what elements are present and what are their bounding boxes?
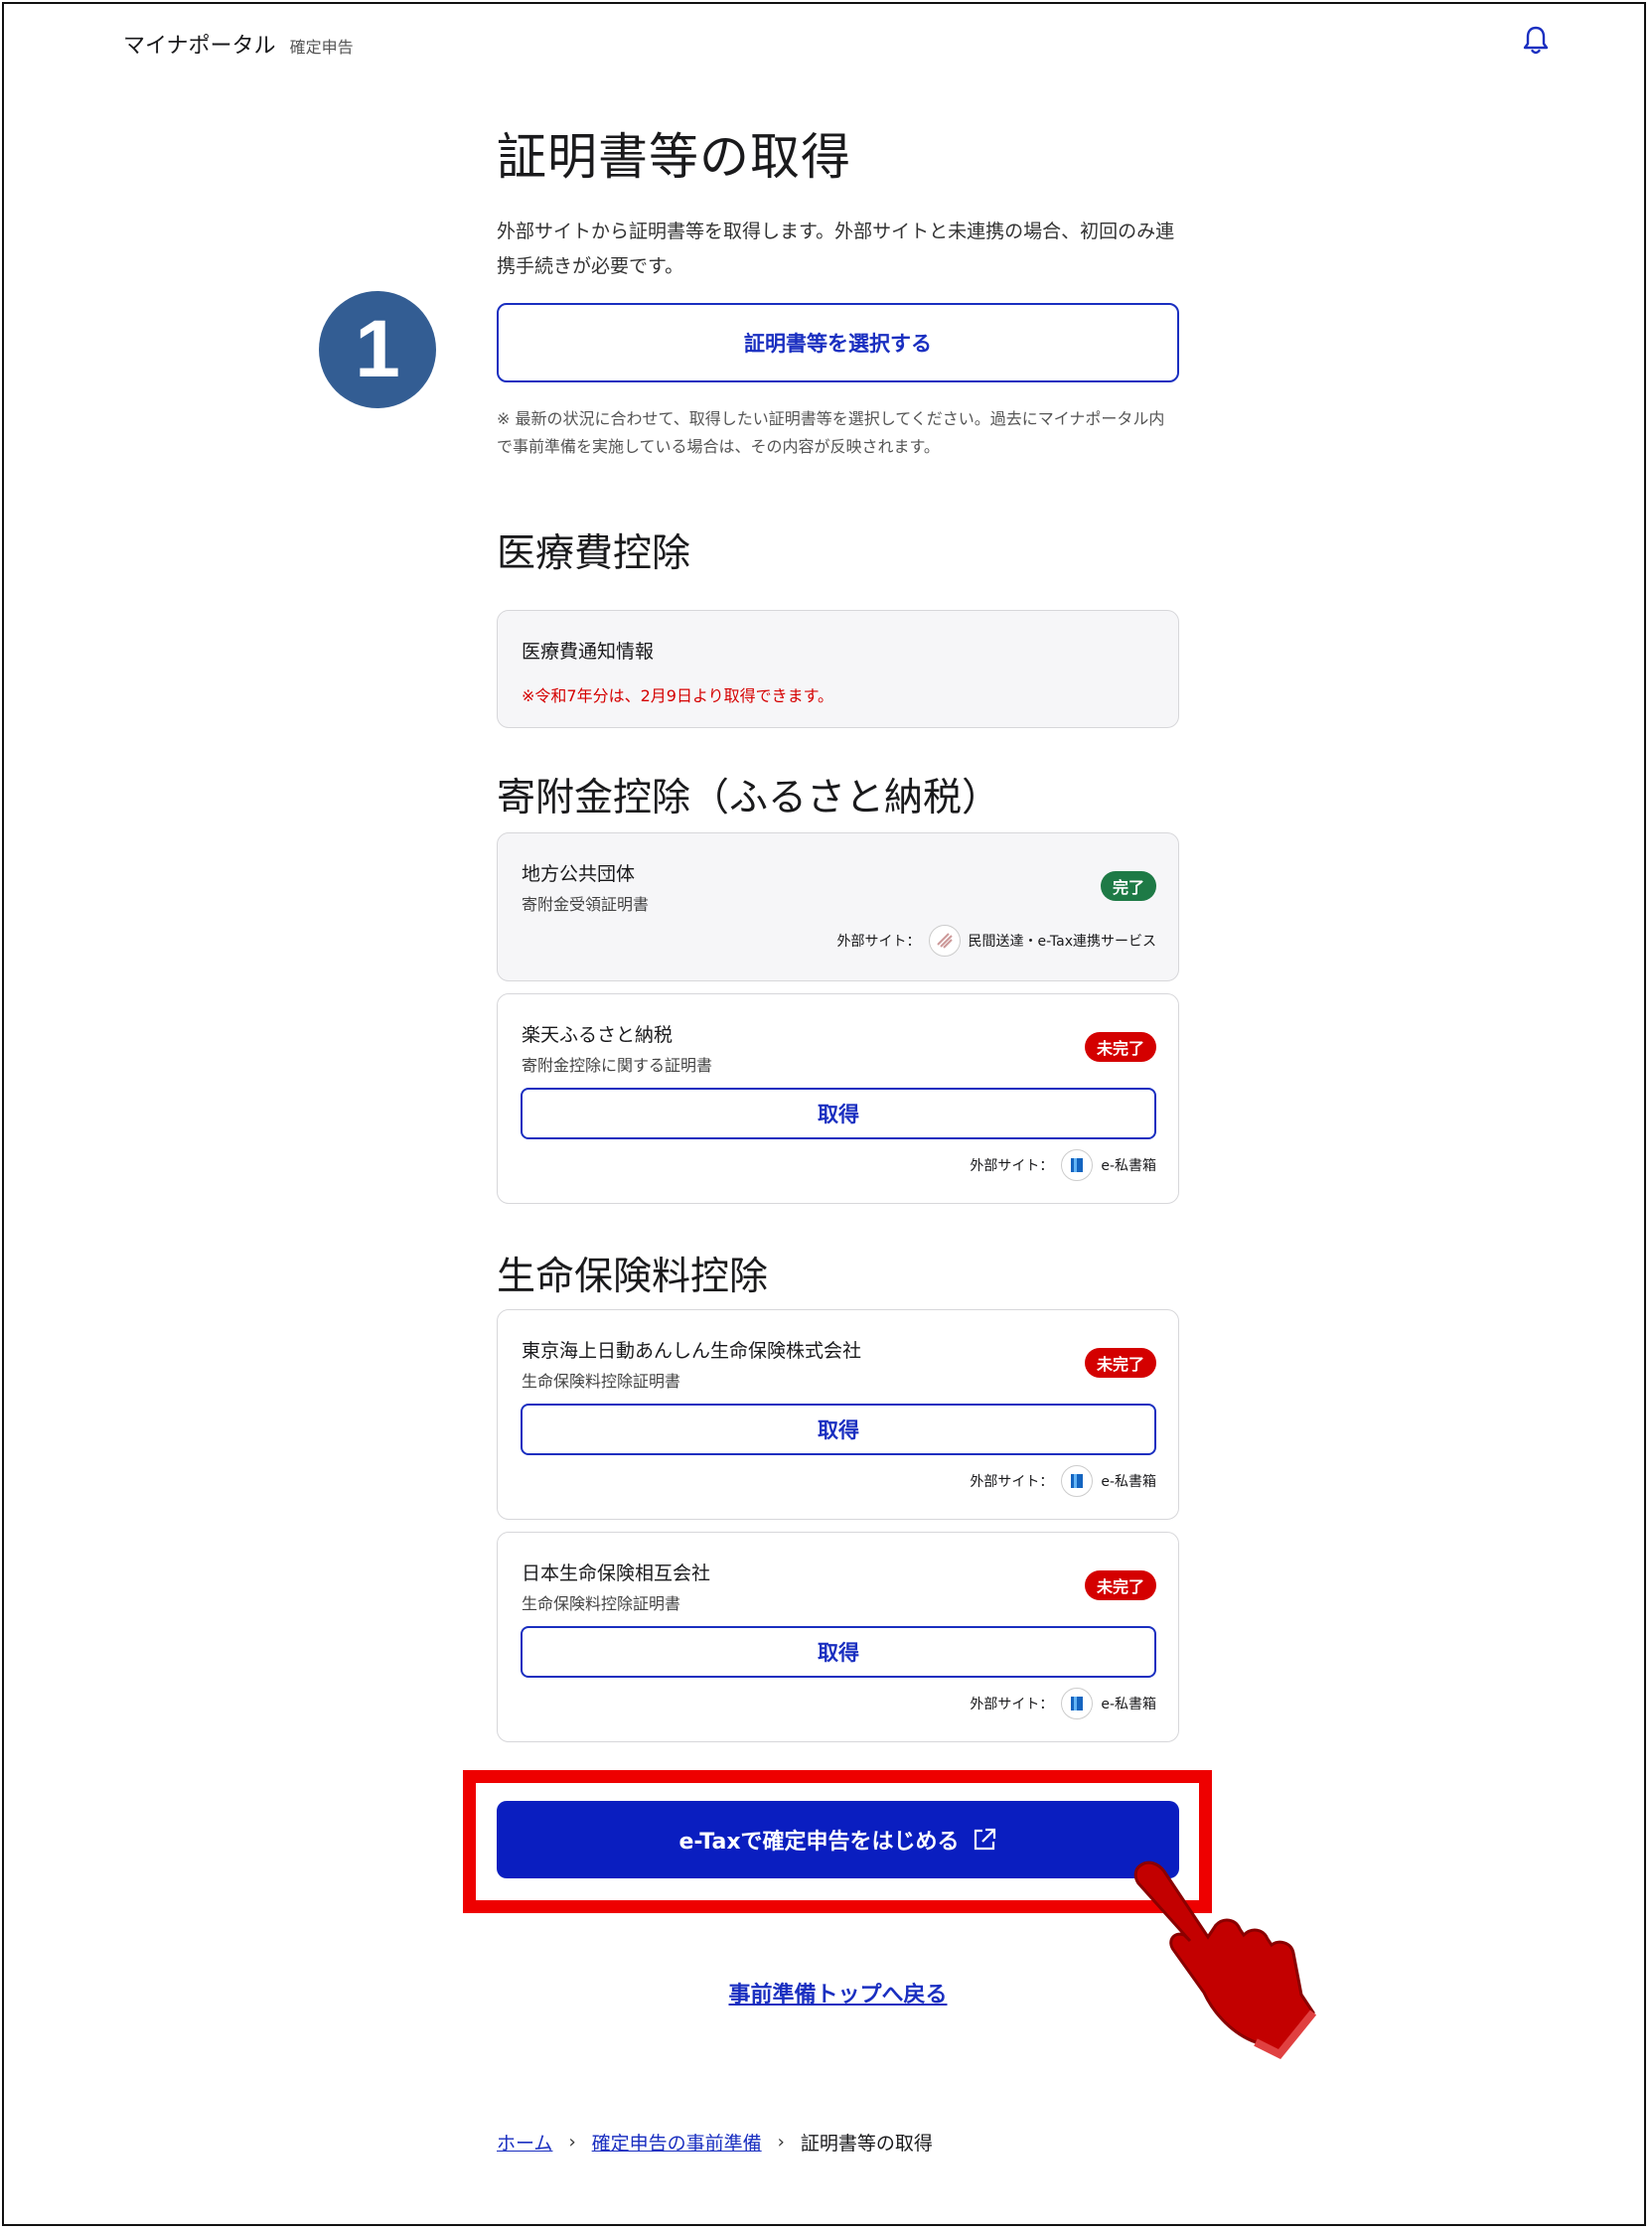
external-site-name: e-私書箱 xyxy=(1101,1158,1156,1174)
external-site: 外部サイト： e-私書箱 xyxy=(970,1149,1156,1181)
card-tokio-marine-life: 東京海上日動あんしん生命保険株式会社 生命保険料控除証明書 未完了 取得 外部サ… xyxy=(497,1309,1179,1520)
card-name: 楽天ふるさと納税 xyxy=(522,1024,674,1046)
status-badge: 未完了 xyxy=(1084,1348,1156,1378)
start-etax-button[interactable]: e-Taxで確定申告をはじめる xyxy=(497,1801,1179,1878)
status-badge: 未完了 xyxy=(1084,1032,1156,1062)
back-to-prep-top-link[interactable]: 事前準備トップへ戻る xyxy=(497,1977,1179,2009)
card-medical-notice: 医療費通知情報 ※令和7年分は、2月9日より取得できます。 xyxy=(497,610,1179,728)
card-warning: ※令和7年分は、2月9日より取得できます。 xyxy=(522,686,834,705)
e-shishobako-icon xyxy=(1061,1688,1094,1719)
step-number-badge: 1 xyxy=(319,291,436,408)
select-certificates-button[interactable]: 証明書等を選択する xyxy=(497,303,1179,382)
e-shishobako-icon xyxy=(1061,1465,1094,1497)
get-button[interactable]: 取得 xyxy=(521,1088,1156,1139)
page-title: 証明書等の取得 xyxy=(497,128,851,186)
section-title-donation: 寄附金控除（ふるさと納税） xyxy=(497,776,1001,820)
status-badge: 完了 xyxy=(1100,871,1156,901)
card-name: 医療費通知情報 xyxy=(522,641,655,663)
delivery-service-icon xyxy=(928,925,961,957)
external-site-label: 外部サイト： xyxy=(836,934,921,950)
get-button[interactable]: 取得 xyxy=(521,1626,1156,1678)
section-title-medical: 医療費控除 xyxy=(497,531,691,576)
app-title[interactable]: マイナポータル xyxy=(123,28,276,60)
intro-text: 外部サイトから証明書等を取得します。外部サイトと未連携の場合、初回のみ連携手続き… xyxy=(497,221,1175,277)
external-site-name: 民間送達・e-Tax連携サービス xyxy=(968,934,1156,950)
card-name: 東京海上日動あんしん生命保険株式会社 xyxy=(522,1340,862,1362)
card-rakuten-furusato: 楽天ふるさと納税 寄附金控除に関する証明書 未完了 取得 外部サイト： e-私書… xyxy=(497,993,1179,1204)
bell-icon[interactable] xyxy=(1521,24,1551,56)
external-site-name: e-私書箱 xyxy=(1101,1697,1156,1712)
breadcrumb-tax-prep[interactable]: 確定申告の事前準備 xyxy=(592,2129,762,2156)
external-site-label: 外部サイト： xyxy=(970,1697,1054,1712)
e-shishobako-icon xyxy=(1061,1149,1094,1181)
app-subtitle: 確定申告 xyxy=(289,38,354,57)
external-link-icon xyxy=(974,1828,995,1851)
start-etax-label: e-Taxで確定申告をはじめる xyxy=(678,1830,960,1855)
card-local-government: 地方公共団体 寄附金受領証明書 完了 外部サイト： 民間送達・e-Tax連携サー… xyxy=(497,832,1179,981)
external-site: 外部サイト： e-私書箱 xyxy=(970,1465,1156,1497)
chevron-right-icon: › xyxy=(568,2132,576,2153)
card-subtitle: 生命保険料控除証明書 xyxy=(522,1372,681,1391)
section-title-insurance: 生命保険料控除 xyxy=(497,1255,769,1299)
breadcrumb-current: 証明書等の取得 xyxy=(800,2133,933,2155)
pointing-hand-icon xyxy=(1133,1860,1317,2060)
status-badge: 未完了 xyxy=(1084,1570,1156,1600)
card-name: 日本生命保険相互会社 xyxy=(522,1562,711,1584)
chevron-right-icon: › xyxy=(777,2132,785,2153)
app-header: マイナポータル 確定申告 xyxy=(123,28,354,60)
external-site-label: 外部サイト： xyxy=(970,1474,1054,1490)
external-site-name: e-私書箱 xyxy=(1101,1474,1156,1490)
external-site: 外部サイト： 民間送達・e-Tax連携サービス xyxy=(837,925,1156,957)
external-site-label: 外部サイト： xyxy=(970,1158,1054,1174)
card-nippon-life: 日本生命保険相互会社 生命保険料控除証明書 未完了 取得 外部サイト： e-私書… xyxy=(497,1532,1179,1742)
breadcrumb: ホーム › 確定申告の事前準備 › 証明書等の取得 xyxy=(497,2129,933,2156)
card-subtitle: 寄附金控除に関する証明書 xyxy=(522,1056,713,1075)
breadcrumb-home[interactable]: ホーム xyxy=(497,2129,552,2156)
get-button[interactable]: 取得 xyxy=(521,1404,1156,1455)
selection-note: ※ 最新の状況に合わせて、取得したい証明書等を選択してください。過去にマイナポー… xyxy=(497,409,1165,456)
card-name: 地方公共団体 xyxy=(522,863,636,885)
card-subtitle: 生命保険料控除証明書 xyxy=(522,1594,681,1613)
card-subtitle: 寄附金受領証明書 xyxy=(522,895,650,914)
external-site: 外部サイト： e-私書箱 xyxy=(970,1688,1156,1719)
